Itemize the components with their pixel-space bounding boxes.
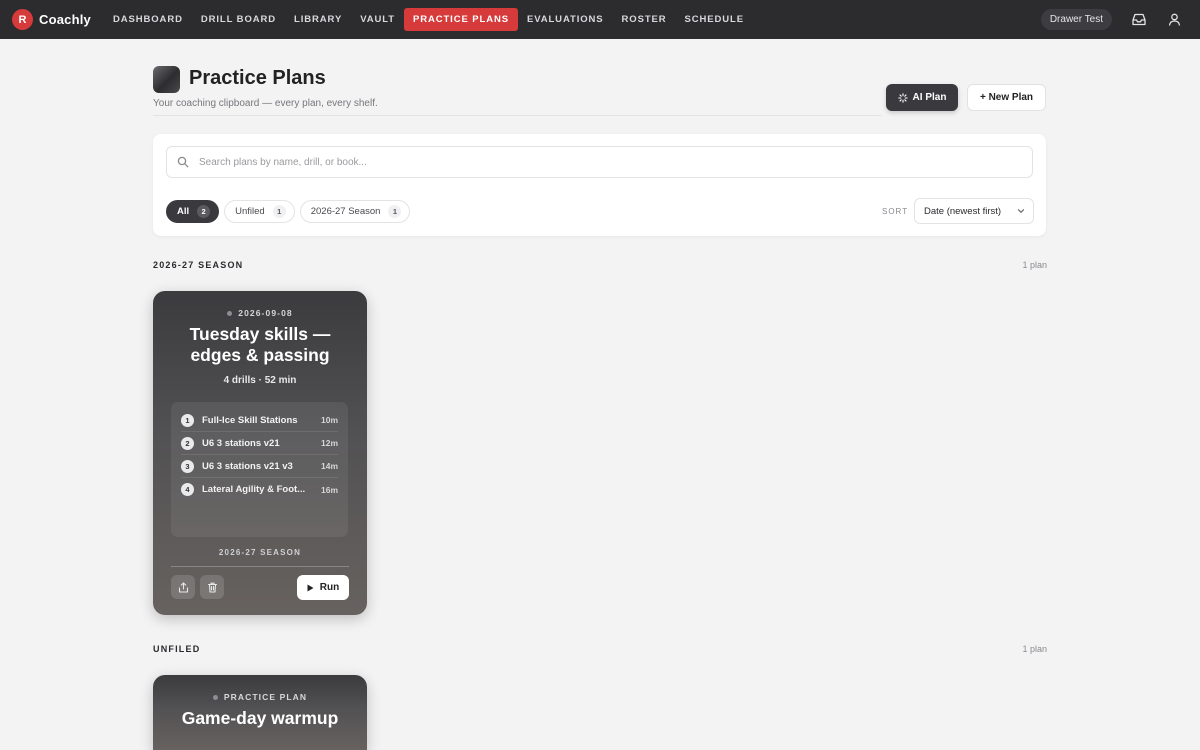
- drill-item[interactable]: 4 Lateral Agility & Foot... 16m: [181, 478, 338, 501]
- chip-count: 2: [197, 205, 211, 218]
- drill-item[interactable]: 1 Full-Ice Skill Stations 10m: [181, 409, 338, 432]
- chip-label: All: [177, 206, 190, 217]
- plan-card[interactable]: 2026-09-08 Tuesday skills — edges & pass…: [153, 291, 367, 615]
- search-icon: [177, 156, 189, 168]
- sparkle-icon: [897, 92, 908, 103]
- nav-items: DASHBOARD DRILL BOARD LIBRARY VAULT PRAC…: [104, 8, 753, 31]
- brand-name: Coachly: [39, 12, 91, 27]
- drill-number: 1: [181, 413, 194, 427]
- section-count-season: 1 plan: [1022, 260, 1047, 270]
- filter-panel: Search plans by name, drill, or book... …: [153, 134, 1046, 236]
- drill-item[interactable]: 3 U6 3 stations v21 v3 14m: [181, 455, 338, 478]
- user-pill[interactable]: Drawer Test: [1040, 9, 1112, 30]
- plan-title: Game-day warmup: [181, 708, 339, 728]
- header-divider: [153, 115, 881, 116]
- top-nav: R Coachly DASHBOARD DRILL BOARD LIBRARY …: [0, 0, 1200, 39]
- status-dot: [212, 694, 218, 700]
- chevron-down-icon: [1017, 208, 1025, 214]
- nav-item-vault[interactable]: VAULT: [351, 8, 404, 31]
- chip-label: Unfiled: [235, 206, 265, 217]
- plan-date-row: 2026-09-08: [153, 308, 367, 318]
- plan-title: Tuesday skills — edges & passing: [189, 324, 331, 365]
- drill-name: Lateral Agility & Foot...: [202, 484, 306, 495]
- plan-card[interactable]: PRACTICE PLAN Game-day warmup: [153, 675, 367, 750]
- chip-count: 1: [388, 205, 402, 218]
- section-count-unfiled: 1 plan: [1022, 644, 1047, 654]
- sort-select[interactable]: Date (newest first): [914, 198, 1034, 224]
- nav-item-drill-board[interactable]: DRILL BOARD: [192, 8, 285, 31]
- filter-chip-all[interactable]: All 2: [166, 200, 220, 223]
- nav-item-library[interactable]: LIBRARY: [285, 8, 351, 31]
- page-icon: [153, 66, 180, 93]
- inbox-icon[interactable]: [1131, 12, 1147, 28]
- drill-item[interactable]: 2 U6 3 stations v21 12m: [181, 432, 338, 455]
- drill-duration: 12m: [320, 438, 338, 448]
- section-title-season: 2026-27 SEASON: [153, 260, 244, 270]
- run-button[interactable]: Run: [297, 575, 349, 600]
- nav-item-evaluations[interactable]: EVALUATIONS: [518, 8, 613, 31]
- share-icon: [178, 581, 189, 593]
- drill-duration: 16m: [320, 484, 338, 495]
- play-icon: [307, 584, 314, 592]
- brand[interactable]: R Coachly: [12, 9, 91, 30]
- plan-date: 2026-09-08: [238, 308, 293, 318]
- trash-icon: [207, 582, 218, 593]
- filter-chip-unfiled[interactable]: Unfiled 1: [224, 200, 295, 223]
- drill-duration: 10m: [320, 415, 338, 425]
- drill-number: 3: [181, 459, 194, 473]
- filter-chips: All 2 Unfiled 1 2026-27 Season 1: [166, 200, 411, 223]
- nav-item-dashboard[interactable]: DASHBOARD: [104, 8, 192, 31]
- chip-count: 1: [272, 205, 286, 218]
- drill-number: 4: [181, 483, 194, 496]
- chip-label: 2026-27 Season: [310, 206, 381, 217]
- plan-summary: 4 drills · 52 min: [223, 375, 297, 386]
- search-placeholder: Search plans by name, drill, or book...: [199, 156, 367, 168]
- new-plan-button[interactable]: + New Plan: [967, 84, 1046, 111]
- nav-item-roster[interactable]: ROSTER: [613, 8, 676, 31]
- filter-chip-season[interactable]: 2026-27 Season 1: [299, 200, 411, 223]
- user-icon[interactable]: [1166, 12, 1182, 28]
- sort-label: SORT: [882, 207, 909, 216]
- status-dot: [227, 310, 233, 316]
- drill-duration: 14m: [320, 461, 338, 471]
- plan-date-row: PRACTICE PLAN: [153, 692, 367, 702]
- drill-number: 2: [181, 436, 194, 450]
- search-input[interactable]: Search plans by name, drill, or book...: [166, 146, 1033, 178]
- section-title-unfiled: UNFILED: [153, 644, 201, 654]
- delete-button[interactable]: [200, 575, 224, 599]
- drill-name: Full-Ice Skill Stations: [202, 414, 298, 426]
- share-button[interactable]: [171, 575, 195, 599]
- ai-plan-label: AI Plan: [912, 92, 947, 103]
- drill-name: U6 3 stations v21: [202, 437, 280, 449]
- page-subtitle: Your coaching clipboard — every plan, ev…: [153, 98, 378, 109]
- nav-item-schedule[interactable]: SCHEDULE: [676, 8, 753, 31]
- run-label: Run: [319, 582, 340, 593]
- card-divider: [171, 566, 349, 567]
- nav-item-practice-plans[interactable]: PRACTICE PLANS: [403, 8, 518, 31]
- drill-name: U6 3 stations v21 v3: [202, 460, 293, 472]
- plan-season: 2026-27 SEASON: [218, 548, 302, 557]
- sort-value: Date (newest first): [924, 205, 1002, 217]
- drill-list: 1 Full-Ice Skill Stations 10m 2 U6 3 sta…: [171, 402, 348, 537]
- ai-plan-button[interactable]: AI Plan: [886, 84, 958, 111]
- page-title: Practice Plans: [189, 67, 326, 89]
- plan-type: PRACTICE PLAN: [223, 692, 308, 702]
- brand-logo: R: [12, 9, 33, 30]
